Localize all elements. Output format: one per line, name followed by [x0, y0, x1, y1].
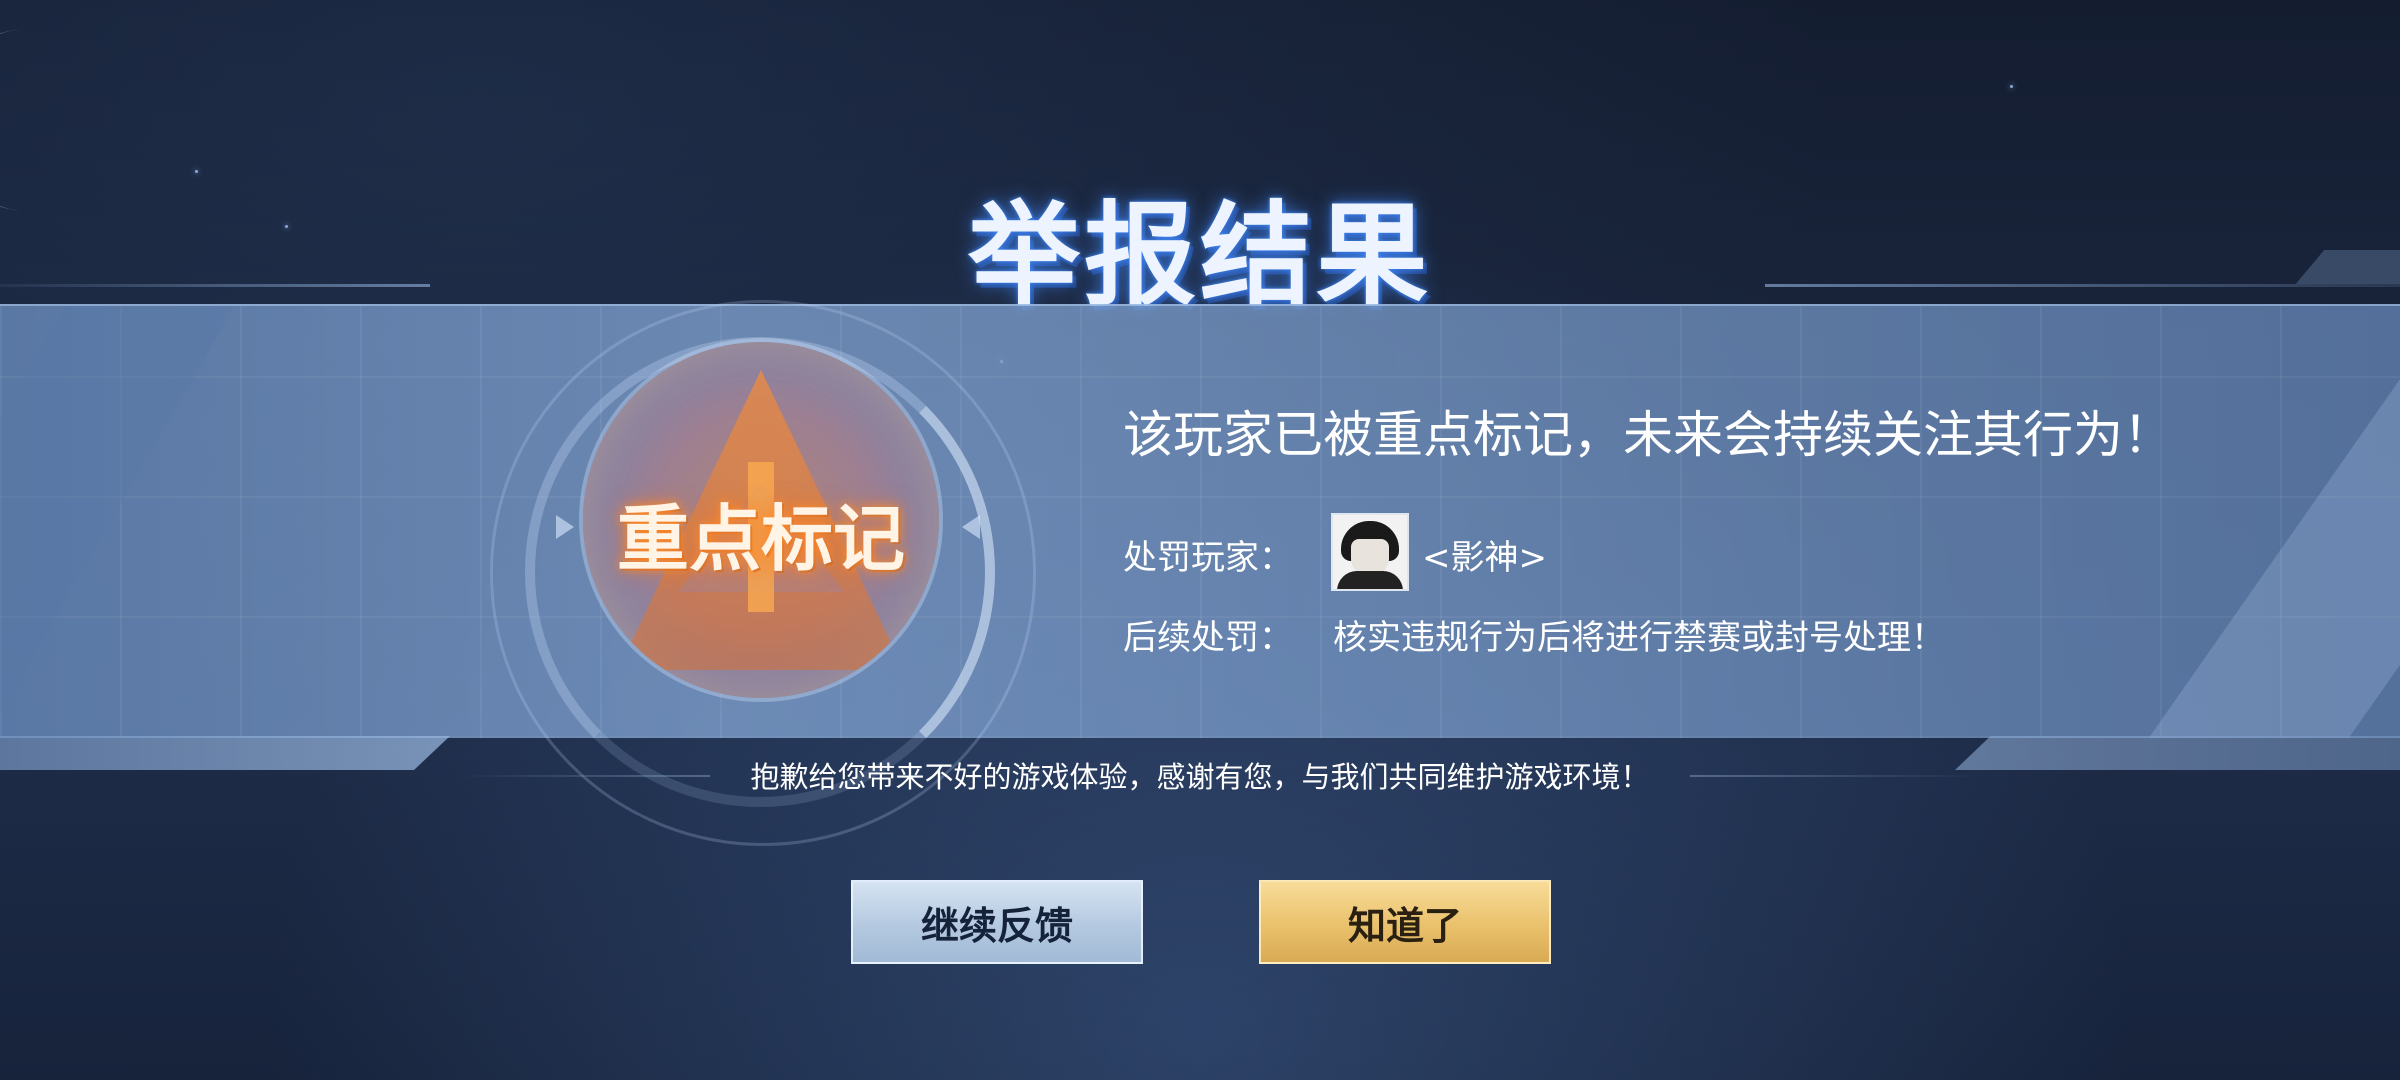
followup-value: 核实违规行为后将进行禁赛或封号处理！ — [1333, 618, 1945, 658]
result-panel — [0, 304, 2400, 738]
report-result-screen: 举报结果 重点标记 该玩家已被重点标记，未来会持续关注其行为！ 处罚玩家： <影… — [0, 0, 2400, 1080]
continue-feedback-button[interactable]: 继续反馈 — [851, 880, 1143, 964]
arrow-left-icon — [962, 515, 980, 539]
apology-divider-right — [1690, 775, 1980, 777]
acknowledge-button[interactable]: 知道了 — [1259, 880, 1551, 964]
punished-player-name: <影神> — [1422, 538, 1547, 578]
panel-stripe-right — [2148, 306, 2400, 738]
followup-label: 后续处罚： — [1123, 618, 1293, 658]
avatar-face — [1351, 539, 1389, 575]
page-title: 举报结果 — [968, 191, 1432, 321]
arrow-right-icon — [556, 515, 574, 539]
punished-player-label: 处罚玩家： — [1123, 538, 1293, 578]
panel-stripe-left — [0, 306, 235, 738]
avatar-body — [1337, 571, 1403, 589]
medal-status-text: 重点标记 — [616, 497, 905, 581]
star-decoration — [2010, 85, 2013, 88]
player-avatar — [1333, 515, 1407, 589]
result-headline: 该玩家已被重点标记，未来会持续关注其行为！ — [1123, 406, 2173, 464]
apology-message: 抱歉给您带来不好的游戏体验，感谢有您，与我们共同维护游戏环境！ — [750, 760, 1650, 794]
